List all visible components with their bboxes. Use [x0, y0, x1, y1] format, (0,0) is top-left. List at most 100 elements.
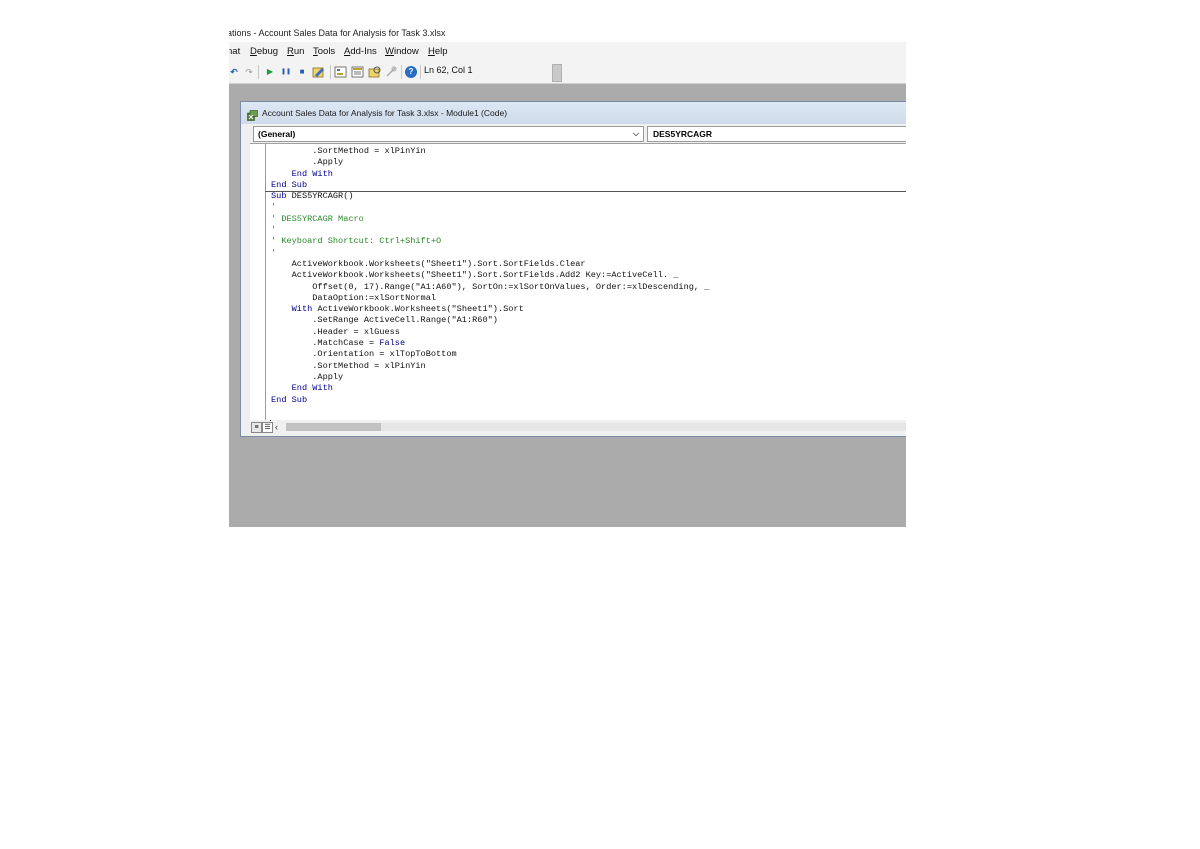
code-window-title: Account Sales Data for Analysis for Task…: [262, 108, 508, 118]
redo-icon[interactable]: ↷: [244, 66, 254, 78]
code-line: Offset(0, 17).Range("A1:A60"), SortOn:=x…: [271, 282, 906, 293]
code-line-text: .Orientation = xlTopToBottom: [271, 349, 457, 360]
reset-icon[interactable]: ■: [297, 66, 307, 78]
code-line-sub-declaration: Sub DES5YRCAGR(): [271, 191, 906, 202]
menu-access-key: R: [287, 46, 294, 57]
margin-indicator-bar[interactable]: [250, 144, 266, 420]
code-line: End With: [271, 383, 906, 394]
code-text[interactable]: .SortMethod = xlPinYin .Apply End With E…: [271, 146, 906, 406]
code-editor[interactable]: .SortMethod = xlPinYin .Apply End With E…: [250, 143, 906, 432]
break-icon[interactable]: ❚❚: [281, 66, 291, 78]
full-module-view-button[interactable]: ☰: [262, 422, 273, 433]
undo-icon[interactable]: ↶: [229, 66, 239, 78]
menu-add-ins[interactable]: Add-Ins: [344, 46, 377, 57]
code-line: .SortMethod = xlPinYin: [271, 146, 906, 157]
menu-window[interactable]: Window: [385, 46, 419, 57]
chevron-down-icon[interactable]: ⌵: [633, 127, 639, 141]
code-line-comment: ': [271, 248, 906, 259]
code-line-comment: ' DES5YRCAGR Macro: [271, 214, 906, 225]
code-line: .SortMethod = xlPinYin: [271, 361, 906, 372]
code-line-text: .SortMethod = xlPinYin: [271, 146, 426, 156]
code-line-text: End Sub: [271, 179, 308, 190]
procedure-dropdown-value: DES5YRCAGR: [653, 129, 713, 139]
code-line-text: ': [271, 247, 277, 258]
scroll-left-arrow-icon[interactable]: ‹: [275, 421, 278, 433]
object-dropdown-value: (General): [258, 129, 296, 139]
code-line-text: End Sub: [271, 394, 308, 405]
toolbar-separator: [330, 65, 331, 79]
vbe-screen: ations - Account Sales Data for Analysis…: [229, 24, 906, 527]
toolbar-separator: [420, 65, 421, 79]
code-line: DataOption:=xlSortNormal: [271, 293, 906, 304]
menu-debug[interactable]: Debug: [250, 46, 278, 57]
menu-run[interactable]: Run: [287, 46, 304, 57]
window-title-bar: ations - Account Sales Data for Analysis…: [229, 24, 906, 42]
menu-add-ins-label: Add-Ins: [344, 46, 377, 57]
code-line: .Apply: [271, 157, 906, 168]
code-line: ActiveWorkbook.Worksheets("Sheet1").Sort…: [271, 270, 906, 281]
code-line: .Apply: [271, 372, 906, 383]
code-line: .Orientation = xlTopToBottom: [271, 349, 906, 360]
code-line-text: ActiveWorkbook.Worksheets("Sheet1").Sort…: [271, 270, 679, 281]
code-line-text: .Apply: [271, 157, 344, 168]
with-keyword: With: [291, 304, 313, 315]
procedure-dropdown[interactable]: DES5YRCAGR: [647, 126, 906, 142]
code-line-text: DataOption:=xlSortNormal: [271, 292, 437, 303]
code-line: End With: [271, 169, 906, 180]
menu-access-key: H: [428, 46, 435, 57]
code-line-text: .SortMethod = xlPinYin: [271, 360, 426, 371]
code-line-text: .Apply: [271, 371, 344, 382]
code-line-text: End With: [271, 168, 333, 179]
menu-help-label: Help: [428, 46, 448, 57]
sub-name: DES5YRCAGR(): [286, 191, 354, 202]
code-line-text: End With: [271, 383, 333, 394]
menu-access-key: A: [344, 46, 351, 57]
menu-format-label: nat: [229, 46, 241, 57]
code-window-title-bar[interactable]: Account Sales Data for Analysis for Task…: [241, 102, 906, 124]
menu-access-key: W: [385, 46, 394, 57]
object-browser-icon[interactable]: [368, 66, 382, 78]
design-mode-icon[interactable]: [312, 66, 326, 78]
toolbar-separator: [401, 65, 402, 79]
code-line-text: .SetRange ActiveCell.Range("A1:R60"): [271, 315, 498, 326]
run-icon[interactable]: ▶: [265, 66, 275, 78]
menu-run-label: Run: [287, 46, 305, 57]
menu-access-key: D: [250, 46, 257, 57]
toolbox-icon[interactable]: [385, 66, 397, 78]
toolbar-grip[interactable]: [552, 64, 562, 82]
code-line: End Sub: [271, 395, 906, 406]
menu-debug-label: Debug: [250, 46, 279, 57]
toolbar-separator: [258, 65, 259, 79]
vba-module-icon: [247, 107, 258, 121]
code-line-matchcase: .MatchCase = False: [271, 338, 906, 349]
code-line-text: ': [271, 225, 277, 236]
menu-tools-label: Tools: [313, 46, 336, 57]
code-window: Account Sales Data for Analysis for Task…: [240, 101, 906, 437]
object-dropdown[interactable]: (General) ⌵: [253, 126, 644, 142]
code-line-with: With ActiveWorkbook.Worksheets("Sheet1")…: [271, 304, 906, 315]
standard-toolbar: ↶ ↷ ▶ ❚❚ ■ ? Ln 62, Col 1: [229, 61, 906, 84]
help-icon[interactable]: ?: [405, 66, 417, 78]
horizontal-scrollbar-thumb[interactable]: [286, 423, 381, 431]
code-line: .SetRange ActiveCell.Range("A1:R60"): [271, 315, 906, 326]
project-explorer-icon[interactable]: [334, 66, 348, 78]
code-line-text: ' DES5YRCAGR Macro: [271, 213, 364, 224]
with-target: ActiveWorkbook.Worksheets("Sheet1").Sort: [312, 304, 524, 315]
menu-format[interactable]: nat: [229, 46, 240, 57]
code-line-text: ActiveWorkbook.Worksheets("Sheet1").Sort…: [271, 258, 586, 269]
matchcase-prefix: .MatchCase =: [271, 338, 380, 349]
code-line: .Header = xlGuess: [271, 327, 906, 338]
menu-tools[interactable]: Tools: [313, 46, 335, 57]
sub-keyword: Sub: [271, 191, 287, 202]
code-line-comment: ': [271, 225, 906, 236]
menu-access-key: T: [313, 46, 318, 57]
menu-bar: nat Debug Run Tools Add-Ins Window Help: [229, 42, 906, 61]
false-keyword: False: [379, 338, 406, 349]
code-line-comment: ': [271, 202, 906, 213]
menu-help[interactable]: Help: [428, 46, 448, 57]
code-line: ActiveWorkbook.Worksheets("Sheet1").Sort…: [271, 259, 906, 270]
window-title: ations - Account Sales Data for Analysis…: [229, 28, 446, 38]
procedure-view-button[interactable]: ≡: [251, 422, 262, 433]
properties-window-icon[interactable]: [351, 66, 365, 78]
code-line-text: ' Keyboard Shortcut: Ctrl+Shift+O: [271, 236, 442, 247]
